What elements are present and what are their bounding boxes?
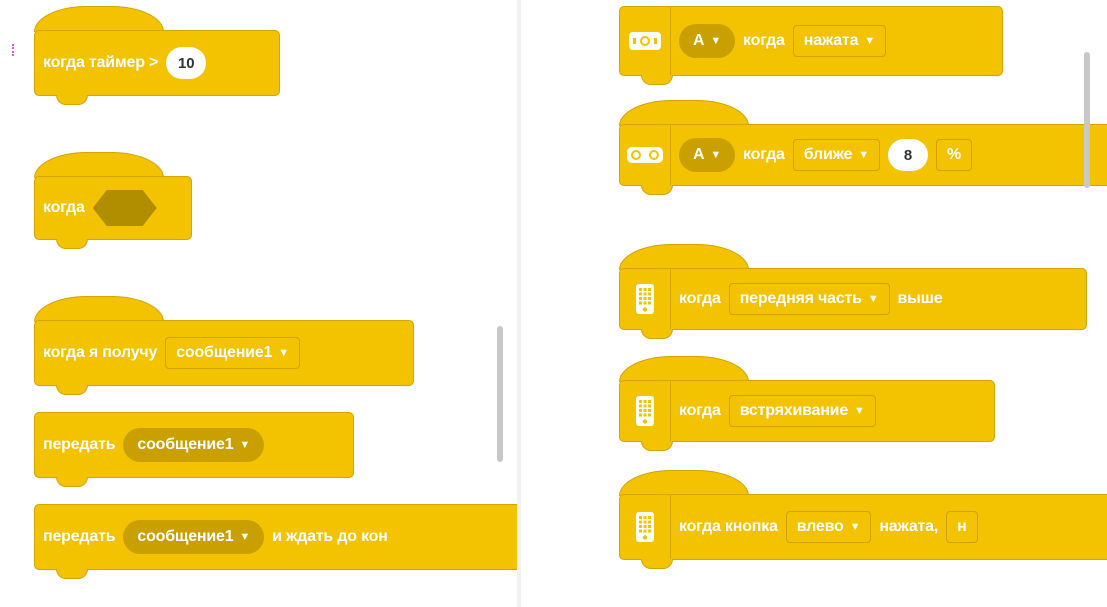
block-notch xyxy=(641,559,673,569)
dropdown-caret-icon: ▼ xyxy=(864,35,875,47)
left-block-palette: когда таймер > 10 когда когда я получу с… xyxy=(0,0,517,607)
block-label: когда я получу xyxy=(43,344,158,361)
block-notch xyxy=(641,185,673,195)
distance-hat-cap[interactable] xyxy=(619,100,749,126)
tilt-hat-cap[interactable] xyxy=(619,244,749,270)
boolean-slot[interactable] xyxy=(92,190,157,226)
dropdown-value: A xyxy=(693,146,705,163)
right-block-palette: A ▼ когда нажата ▼ A ▼ когда ближе ▼ 8 % xyxy=(521,0,1107,607)
hub-gesture-when-block[interactable]: когда встряхивание ▼ xyxy=(619,380,995,442)
dropdown-caret-icon: ▼ xyxy=(278,347,289,359)
block-label: передать xyxy=(43,436,116,453)
block-label: когда xyxy=(743,146,785,163)
port-dropdown[interactable]: A ▼ xyxy=(679,138,736,172)
receive-hat-cap[interactable] xyxy=(34,296,164,322)
dropdown-value: передняя часть xyxy=(739,290,862,307)
extra-dropdown[interactable]: н xyxy=(946,511,978,543)
distance-sensor-when-block[interactable]: A ▼ когда ближе ▼ 8 % xyxy=(619,124,1107,186)
timer-hat-cap[interactable] xyxy=(34,6,164,32)
dropdown-value: нажата xyxy=(803,32,859,49)
state-dropdown[interactable]: нажата ▼ xyxy=(792,25,886,57)
block-label: когда xyxy=(679,402,721,419)
block-label: когда кнопка xyxy=(679,518,778,535)
when-condition-block[interactable]: когда xyxy=(34,176,192,240)
broadcast-and-wait-block[interactable]: передать сообщение1 ▼ и ждать до кон xyxy=(34,504,517,570)
hub-button-when-block[interactable]: когда кнопка влево ▼ нажата, н xyxy=(619,494,1107,560)
unit-dropdown[interactable]: % xyxy=(935,139,972,171)
block-suffix-label: выше xyxy=(897,290,943,307)
block-notch xyxy=(56,385,88,395)
block-label: когда xyxy=(43,199,85,216)
when-i-receive-block[interactable]: когда я получу сообщение1 ▼ xyxy=(34,320,414,386)
compare-dropdown[interactable]: ближе ▼ xyxy=(792,139,880,171)
dropdown-caret-icon: ▼ xyxy=(858,149,869,161)
force-sensor-when-block[interactable]: A ▼ когда нажата ▼ xyxy=(619,6,1003,76)
block-notch xyxy=(56,95,88,105)
block-notch xyxy=(641,75,673,85)
block-label: когда xyxy=(743,32,785,49)
block-label: когда таймер > xyxy=(43,54,159,71)
dropdown-value: ближе xyxy=(803,146,853,163)
dropdown-value: сообщение1 xyxy=(176,344,273,361)
hub-icon xyxy=(620,381,671,441)
dropdown-caret-icon: ▼ xyxy=(867,293,879,305)
dropdown-value: встряхивание xyxy=(739,402,849,419)
dropdown-caret-icon: ▼ xyxy=(710,149,722,161)
block-notch xyxy=(56,239,88,249)
left-scrollbar[interactable] xyxy=(497,326,503,462)
message-dropdown[interactable]: сообщение1 ▼ xyxy=(165,337,300,369)
block-label: когда xyxy=(679,290,721,307)
dropdown-value: н xyxy=(957,518,967,535)
dropdown-caret-icon: ▼ xyxy=(239,439,251,451)
dropdown-value: A xyxy=(693,32,705,49)
dropdown-value: сообщение1 xyxy=(137,528,234,545)
hub-orientation-when-block[interactable]: когда передняя часть ▼ выше xyxy=(619,268,1087,330)
block-suffix-label: и ждать до кон xyxy=(272,528,388,545)
hub-button-hat-cap[interactable] xyxy=(619,470,749,496)
block-notch xyxy=(56,569,88,579)
distance-sensor-icon xyxy=(620,125,671,185)
dropdown-value: % xyxy=(946,146,961,163)
dropdown-caret-icon: ▼ xyxy=(849,521,861,533)
timer-value-input[interactable]: 10 xyxy=(166,47,207,79)
hub-icon xyxy=(620,495,671,559)
block-notch xyxy=(56,477,88,487)
when-hat-cap[interactable] xyxy=(34,152,164,178)
block-notch xyxy=(641,441,673,451)
block-notch xyxy=(641,329,673,339)
side-dropdown[interactable]: передняя часть ▼ xyxy=(728,283,890,315)
dropdown-caret-icon: ▼ xyxy=(854,405,865,417)
dropdown-value: сообщение1 xyxy=(137,436,234,453)
distance-value-input[interactable]: 8 xyxy=(887,139,928,171)
block-label: передать xyxy=(43,528,116,545)
broadcast-block[interactable]: передать сообщение1 ▼ xyxy=(34,412,354,478)
dropdown-value: влево xyxy=(796,518,844,535)
right-scrollbar[interactable] xyxy=(1084,52,1090,188)
message-dropdown[interactable]: сообщение1 ▼ xyxy=(123,428,265,462)
when-timer-greater-block[interactable]: когда таймер > 10 xyxy=(34,30,280,96)
force-sensor-icon xyxy=(620,7,671,75)
dropdown-caret-icon: ▼ xyxy=(239,531,251,543)
dropdown-caret-icon: ▼ xyxy=(710,35,722,47)
message-dropdown[interactable]: сообщение1 ▼ xyxy=(123,520,265,554)
port-dropdown[interactable]: A ▼ xyxy=(679,24,736,58)
gesture-dropdown[interactable]: встряхивание ▼ xyxy=(728,395,876,427)
button-dropdown[interactable]: влево ▼ xyxy=(785,511,872,543)
category-marker xyxy=(12,44,18,56)
block-suffix-label: нажата, xyxy=(879,518,939,535)
shake-hat-cap[interactable] xyxy=(619,356,749,382)
hub-icon xyxy=(620,269,671,329)
